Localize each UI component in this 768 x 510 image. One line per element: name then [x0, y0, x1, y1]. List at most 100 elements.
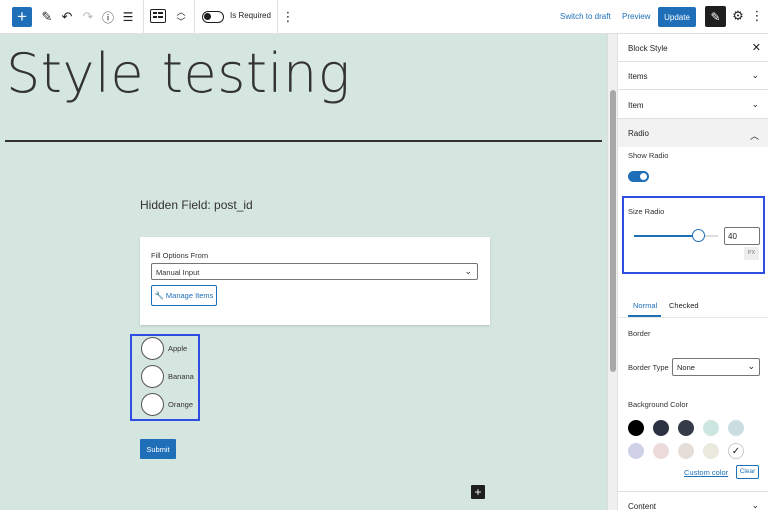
block-type-icon[interactable] — [150, 9, 166, 23]
chevron-down-icon: ⌄ — [751, 500, 759, 510]
radio-group: Apple Banana Orange — [130, 334, 200, 421]
tab-normal[interactable]: Normal — [633, 301, 657, 310]
redo-icon[interactable]: ↷ — [81, 9, 95, 25]
chevron-down-icon[interactable]: ﹀ — [176, 17, 185, 27]
switch-to-draft-button[interactable]: Switch to draft — [560, 12, 611, 21]
tab-checked[interactable]: Checked — [669, 301, 699, 310]
toolbar-separator — [277, 0, 278, 34]
active-tab-indicator — [628, 315, 661, 317]
fill-options-label: Fill Options From — [151, 251, 209, 260]
size-radio-label: Size Radio — [628, 207, 665, 216]
color-swatch[interactable] — [653, 443, 669, 459]
color-swatch[interactable] — [678, 420, 694, 436]
list-view-icon[interactable]: ☰ — [121, 9, 135, 25]
manage-items-label: Manage Items — [165, 291, 214, 300]
fill-options-select[interactable]: Manual Input ⌄ — [151, 263, 478, 280]
radio-label: Banana — [168, 372, 194, 381]
color-swatch-selected[interactable]: ✓ — [728, 443, 744, 459]
color-swatch[interactable] — [703, 420, 719, 436]
radio-label: Apple — [168, 344, 188, 353]
unit-select[interactable]: PX — [744, 247, 759, 260]
color-swatch[interactable] — [628, 443, 644, 459]
radio-option-apple[interactable]: Apple — [141, 337, 187, 360]
clear-color-button[interactable]: Clear — [736, 465, 759, 479]
radio-label: Orange — [168, 400, 194, 409]
radio-option-orange[interactable]: Orange — [141, 393, 193, 416]
fill-options-value: Manual Input — [156, 268, 200, 277]
tools-pencil-icon[interactable]: ✎ — [40, 9, 54, 25]
chevron-down-icon: ⌄ — [464, 266, 472, 276]
scrollbar-thumb[interactable] — [610, 90, 616, 372]
checkmark-icon: ✓ — [731, 445, 741, 457]
editor-canvas: Style testing Hidden Field: post_id Fill… — [0, 34, 607, 510]
color-swatch[interactable] — [653, 420, 669, 436]
preview-button[interactable]: Preview — [622, 12, 650, 21]
settings-sidebar: Block Style ✕ Items ⌄ Item ⌄ Radio ︿ Sho… — [617, 34, 768, 510]
fill-options-card: Fill Options From Manual Input ⌄ 🔧 Manag… — [140, 237, 490, 325]
toolbar-separator — [194, 0, 195, 34]
separator-line — [5, 140, 602, 142]
hidden-field-label: Hidden Field: post_id — [140, 198, 253, 212]
border-type-label: Border Type — [628, 363, 669, 372]
color-swatch[interactable] — [628, 420, 644, 436]
panel-title: Item — [628, 101, 644, 110]
update-button[interactable]: Update — [658, 7, 696, 27]
color-swatch[interactable] — [703, 443, 719, 459]
border-type-select[interactable]: None ⌄ — [672, 358, 760, 376]
color-swatch[interactable] — [678, 443, 694, 459]
plus-icon: + — [17, 7, 27, 26]
editor-toolbar: + ✎ ↶ ↷ ⓘ ☰ ︿ ﹀ Is Required ⋮ Switch to … — [0, 0, 768, 34]
radio-circle[interactable] — [141, 365, 164, 388]
toolbar-separator — [143, 0, 144, 34]
block-mover[interactable]: ︿ ﹀ — [176, 6, 186, 28]
show-radio-toggle[interactable] — [628, 171, 649, 182]
settings-gear-icon[interactable]: ⚙ — [731, 8, 745, 24]
canvas-scrollbar[interactable] — [607, 34, 617, 510]
show-radio-label: Show Radio — [628, 151, 669, 160]
close-icon[interactable]: ✕ — [752, 41, 761, 54]
post-title[interactable]: Style testing — [6, 42, 351, 105]
chevron-down-icon: ⌄ — [751, 70, 759, 80]
wrench-icon: 🔧 — [154, 291, 164, 300]
chevron-down-icon: ⌄ — [747, 361, 755, 371]
panel-content[interactable]: Content ⌄ — [618, 491, 768, 510]
border-label: Border — [628, 329, 651, 338]
sidebar-title: Block Style — [628, 44, 668, 53]
panel-item[interactable]: Item ⌄ — [618, 91, 768, 119]
size-radio-slider[interactable] — [634, 229, 718, 242]
manage-items-button[interactable]: 🔧 Manage Items — [151, 285, 217, 306]
size-radio-control: Size Radio 40 PX — [622, 196, 765, 274]
sidebar-header: Block Style ✕ — [618, 34, 768, 62]
border-type-value: None — [677, 363, 695, 372]
submit-button[interactable]: Submit — [140, 439, 176, 459]
kebab-menu-icon[interactable]: ⋮ — [751, 8, 764, 24]
undo-icon[interactable]: ↶ — [60, 9, 74, 25]
color-swatch[interactable] — [728, 420, 744, 436]
panel-title: Content — [628, 502, 657, 510]
is-required-toggle[interactable] — [202, 11, 224, 23]
toggle-knob — [204, 13, 211, 20]
more-options-icon[interactable]: ⋮ — [282, 9, 295, 25]
radio-circle[interactable] — [141, 337, 164, 360]
style-brush-icon[interactable]: ✎ — [705, 6, 726, 27]
radio-circle[interactable] — [141, 393, 164, 416]
chevron-up-icon: ︿ — [749, 131, 759, 141]
is-required-label: Is Required — [230, 11, 271, 20]
chevron-up-icon[interactable]: ︿ — [176, 7, 185, 17]
add-block-plus-icon[interactable]: + — [471, 485, 485, 499]
panel-items[interactable]: Items ⌄ — [618, 62, 768, 90]
slider-thumb[interactable] — [692, 229, 706, 242]
info-icon[interactable]: ⓘ — [101, 9, 115, 25]
chevron-down-icon: ⌄ — [751, 99, 759, 109]
panel-radio[interactable]: Radio ︿ — [618, 119, 768, 147]
slider-fill — [634, 235, 699, 237]
toggle-knob — [640, 173, 647, 180]
radio-option-banana[interactable]: Banana — [141, 365, 194, 388]
block-inserter-button[interactable]: + — [12, 7, 32, 27]
panel-title: Radio — [628, 129, 649, 138]
custom-color-link[interactable]: Custom color — [684, 468, 728, 477]
background-color-label: Background Color — [628, 400, 689, 409]
tab-divider — [618, 317, 768, 318]
size-radio-input[interactable]: 40 — [724, 227, 760, 245]
panel-title: Items — [628, 72, 648, 81]
